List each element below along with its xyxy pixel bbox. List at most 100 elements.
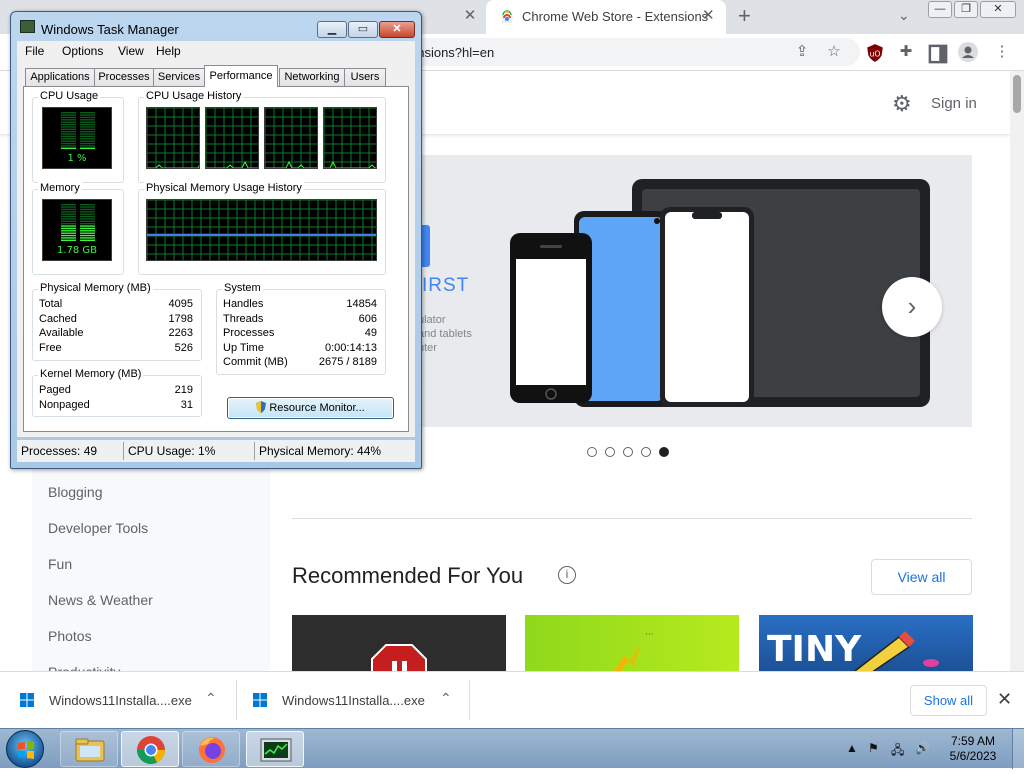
- network-icon[interactable]: 🖧: [891, 741, 904, 762]
- scrollbar-thumb[interactable]: [1013, 75, 1021, 113]
- category-photos[interactable]: Photos: [48, 628, 92, 644]
- action-center-icon[interactable]: ⚑: [868, 741, 879, 755]
- taskbar-taskmgr[interactable]: [246, 731, 304, 767]
- category-fun[interactable]: Fun: [48, 556, 72, 572]
- chevron-up-icon[interactable]: ⌃: [205, 690, 217, 707]
- memory-meter-segment: [80, 227, 95, 230]
- menu-file[interactable]: File: [25, 44, 44, 58]
- cpu-meter-segment: [61, 131, 76, 133]
- page-scrollbar[interactable]: [1010, 71, 1024, 671]
- stat-key: Cached: [39, 313, 77, 325]
- task-manager-titlebar[interactable]: Windows Task Manager ▁ ▭ ✕: [11, 12, 421, 40]
- webstore-favicon-icon: [501, 10, 513, 23]
- volume-icon[interactable]: 🔊: [915, 741, 930, 755]
- stat-value: 606: [358, 313, 377, 325]
- menu-bar: File Options View Help: [17, 41, 415, 61]
- profile-icon[interactable]: [958, 42, 978, 62]
- stat-row: Threads 606: [217, 313, 385, 327]
- start-button[interactable]: [6, 730, 44, 768]
- category-developer-tools[interactable]: Developer Tools: [48, 520, 148, 536]
- download-item-1[interactable]: Windows11Installa....exe ⌃: [0, 672, 236, 728]
- show-hidden-icons[interactable]: ▲: [846, 741, 858, 755]
- tab-networking[interactable]: Networking: [279, 68, 345, 86]
- cpu-meter-segment: [80, 128, 95, 130]
- star-icon[interactable]: ☆: [824, 42, 844, 62]
- gear-icon[interactable]: ⚙: [892, 91, 912, 117]
- ublock-icon[interactable]: uO: [865, 43, 885, 63]
- tab-users[interactable]: Users: [344, 68, 386, 86]
- taskbar-explorer[interactable]: [60, 731, 118, 767]
- memory-meter-segment: [61, 237, 76, 239]
- cpu-meter-segment: [80, 145, 95, 147]
- menu-help[interactable]: Help: [156, 44, 181, 58]
- memory-meter-segment: [80, 232, 95, 234]
- carousel-dot-3[interactable]: [623, 447, 633, 457]
- maximize-button[interactable]: ▭: [348, 21, 378, 38]
- memory-meter-segment: [80, 211, 95, 213]
- tab-close-icon[interactable]: ✕: [702, 8, 715, 24]
- stat-key: Available: [39, 327, 84, 339]
- new-tab-button[interactable]: +: [738, 5, 751, 27]
- tab-services[interactable]: Services: [153, 68, 205, 86]
- memory-meter-segment: [80, 206, 95, 208]
- memory-meter-segment: [80, 213, 95, 215]
- carousel-dot-2[interactable]: [605, 447, 615, 457]
- show-desktop-button[interactable]: [1012, 729, 1024, 769]
- tab-applications[interactable]: Applications: [25, 68, 95, 86]
- task-manager-body: Applications Processes Services Performa…: [17, 61, 415, 437]
- cpu-meter-segment: [80, 142, 95, 145]
- minimize-button[interactable]: ▁: [317, 21, 347, 38]
- clock[interactable]: 7:59 AM 5/6/2023: [940, 734, 1006, 764]
- tab-chrome-web-store[interactable]: Chrome Web Store - Extensions ✕: [486, 0, 726, 34]
- carousel-next-button[interactable]: ›: [882, 277, 942, 337]
- physical-memory-label: Physical Memory (MB): [38, 282, 153, 294]
- extension-tile-3[interactable]: TINY: [759, 615, 973, 675]
- download-item-2[interactable]: Windows11Installa....exe ⌃: [237, 672, 469, 728]
- inactive-tab-close-icon[interactable]: ✕: [462, 8, 478, 24]
- minimize-button[interactable]: —: [928, 1, 952, 18]
- restore-button[interactable]: ❐: [954, 1, 978, 18]
- stat-row: Free 526: [33, 342, 201, 356]
- close-shelf-icon[interactable]: ✕: [997, 689, 1012, 710]
- memory-history-line: [147, 200, 376, 260]
- svg-text:···: ···: [645, 630, 654, 640]
- menu-icon[interactable]: ⋮: [992, 42, 1012, 62]
- recommended-title: Recommended For You: [292, 563, 524, 588]
- carousel-dot-1[interactable]: [587, 447, 597, 457]
- memory-meter-segment: [61, 220, 76, 222]
- close-button[interactable]: ✕: [379, 21, 415, 38]
- memory-history-group: Physical Memory Usage History: [138, 182, 386, 275]
- tiny-logo-icon: TINY: [767, 629, 939, 675]
- view-all-button[interactable]: View all: [871, 559, 972, 595]
- menu-options[interactable]: Options: [62, 44, 103, 58]
- menu-view[interactable]: View: [118, 44, 144, 58]
- memory-meter-segment: [61, 204, 76, 206]
- cpu-usage-label: CPU Usage: [38, 90, 101, 102]
- share-icon[interactable]: ⇪: [792, 42, 812, 62]
- stat-row: Handles 14854: [217, 298, 385, 312]
- tab-search-icon[interactable]: ⌄: [898, 7, 910, 24]
- status-separator: [123, 442, 124, 460]
- carousel-dot-5[interactable]: [659, 447, 669, 457]
- stat-key: Handles: [223, 298, 264, 310]
- taskbar-chrome[interactable]: [121, 731, 179, 767]
- chevron-up-icon[interactable]: ⌃: [440, 690, 452, 707]
- tab-processes[interactable]: Processes: [94, 68, 154, 86]
- close-window-button[interactable]: ✕: [980, 1, 1016, 18]
- carousel-dot-4[interactable]: [641, 447, 651, 457]
- category-news-weather[interactable]: News & Weather: [48, 592, 153, 608]
- info-icon[interactable]: i: [558, 566, 576, 584]
- extension-tile-1[interactable]: [292, 615, 506, 675]
- tab-performance[interactable]: Performance: [204, 65, 278, 87]
- taskbar-firefox[interactable]: [182, 731, 240, 767]
- core-graph: [265, 108, 317, 168]
- sidepanel-icon[interactable]: [928, 44, 948, 64]
- performance-panel: CPU Usage 1 % CPU Usage History Memory 1…: [23, 86, 409, 432]
- sign-in-link[interactable]: Sign in: [931, 95, 977, 112]
- address-bar[interactable]: ensions?hl=en: [380, 38, 860, 66]
- category-blogging[interactable]: Blogging: [48, 484, 103, 500]
- extension-tile-2[interactable]: ···: [525, 615, 739, 675]
- puzzle-icon[interactable]: ✚: [896, 42, 916, 62]
- resource-monitor-button[interactable]: Resource Monitor...: [227, 397, 394, 419]
- show-all-button[interactable]: Show all: [910, 685, 987, 716]
